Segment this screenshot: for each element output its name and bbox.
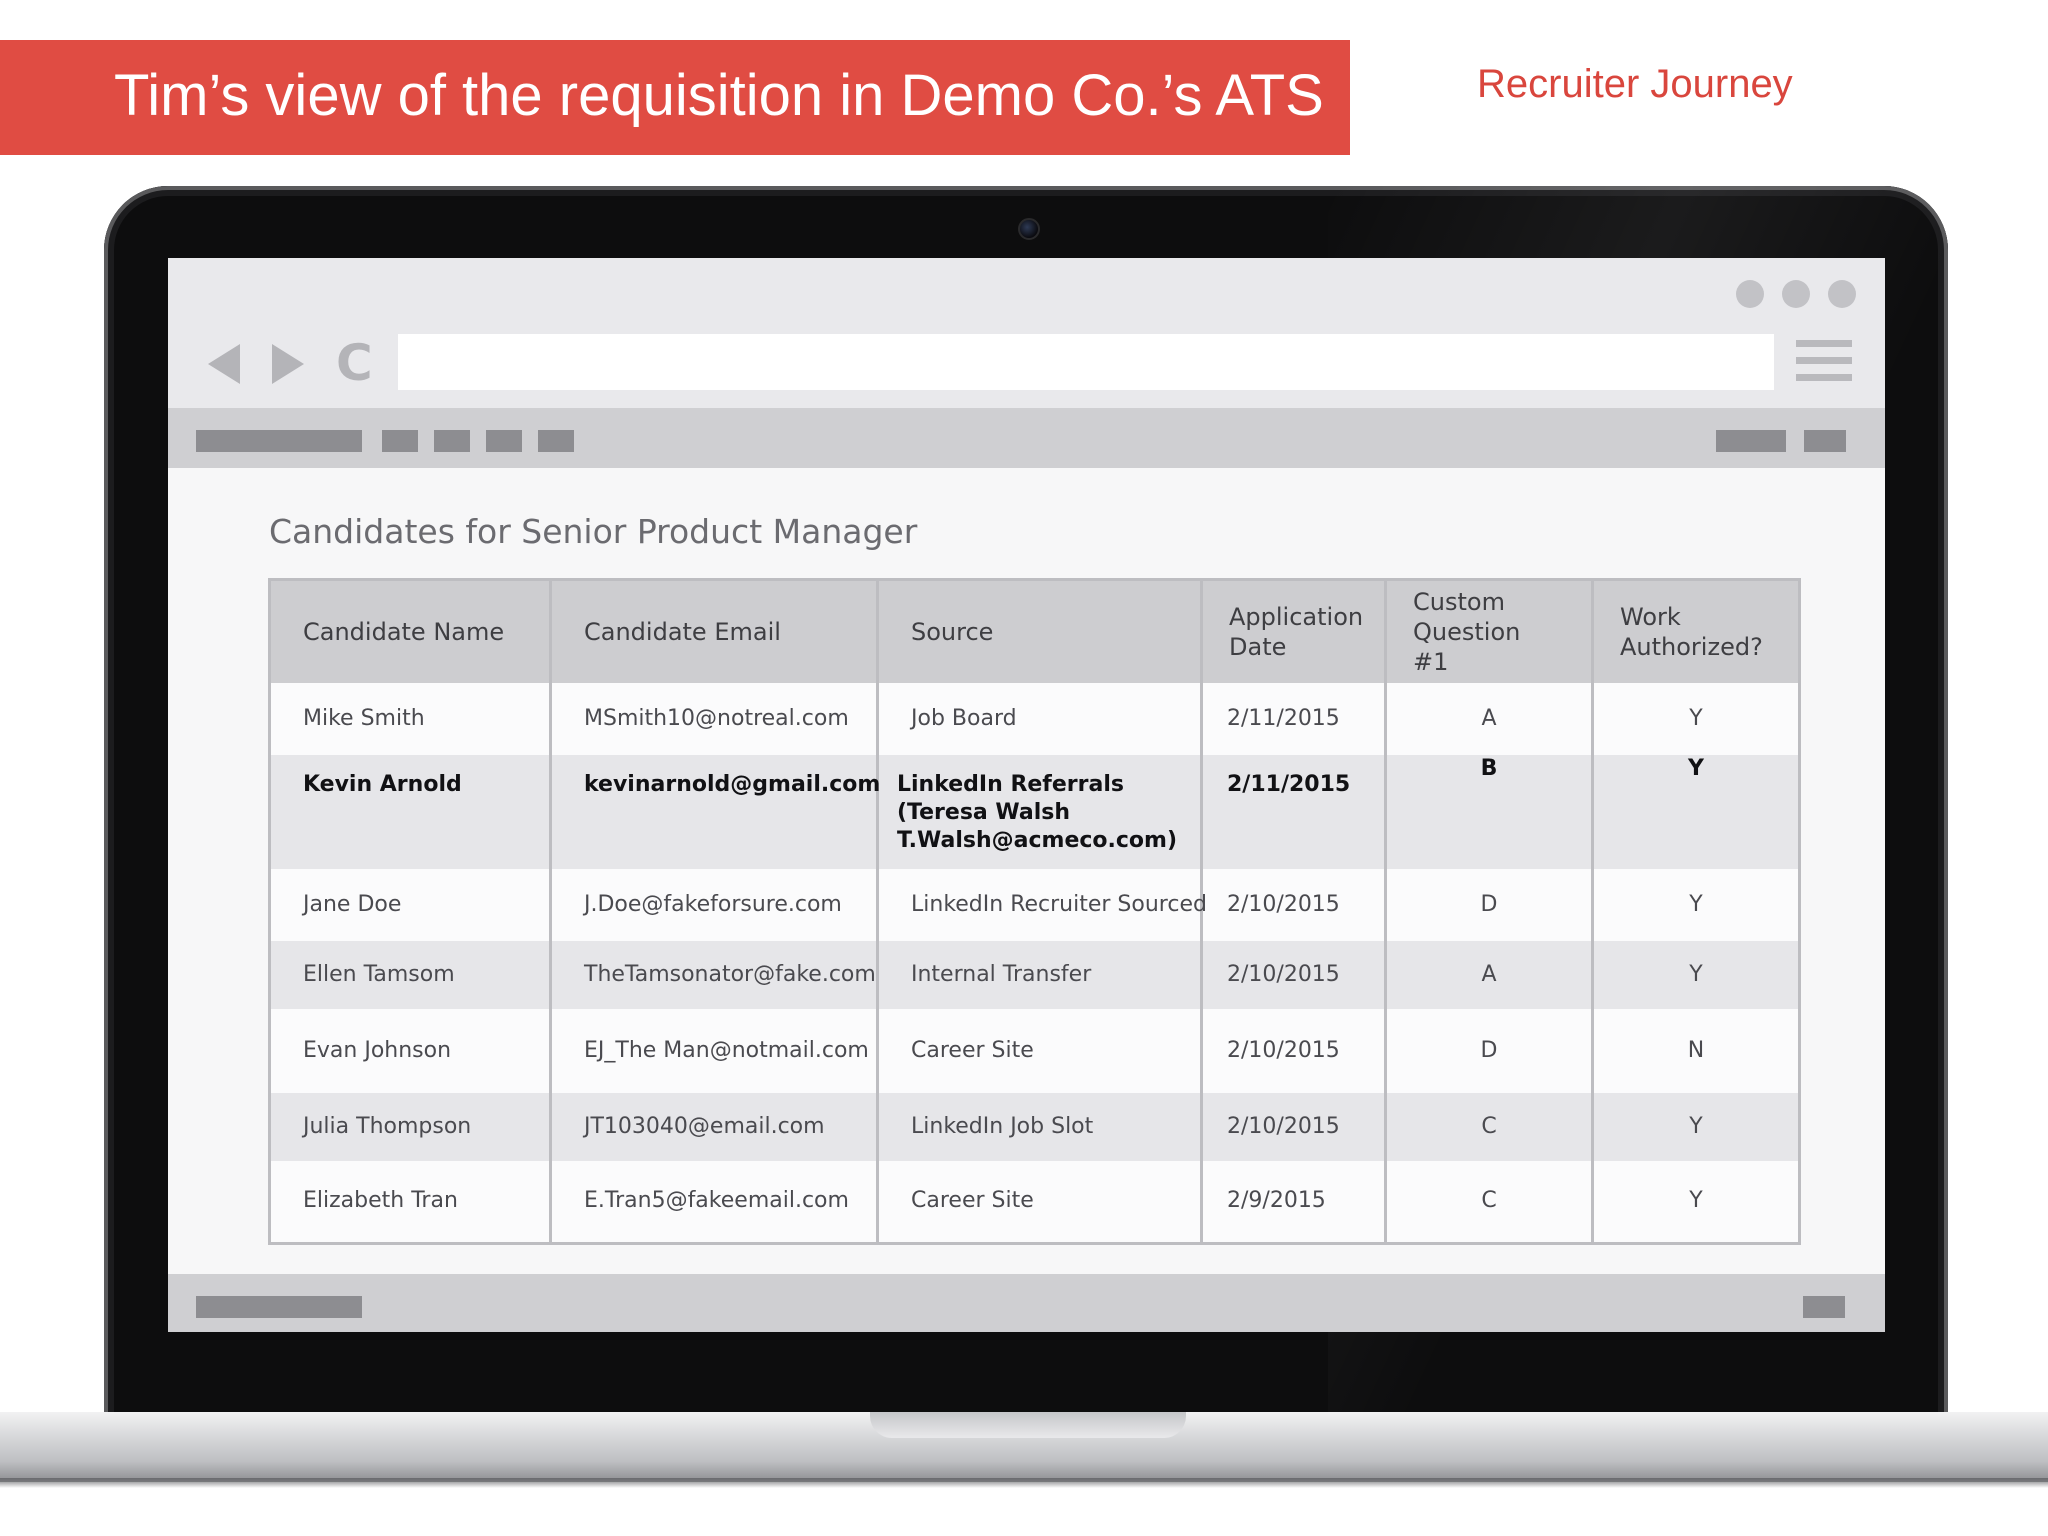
status-placeholder-item — [1803, 1296, 1845, 1318]
table-row[interactable]: Evan Johnson EJ_The Man@notmail.com Care… — [269, 1009, 1800, 1093]
column-header[interactable]: Candidate Name — [269, 579, 552, 683]
slide-title: Tim’s view of the requisition in Demo Co… — [114, 63, 1324, 128]
application-date: 2/10/2015 — [1201, 1093, 1387, 1161]
table-row[interactable]: Jane Doe J.Doe@fakeforsure.com LinkedIn … — [269, 869, 1800, 941]
window-dot-icon[interactable] — [1736, 280, 1764, 308]
toolbar-placeholder-item[interactable] — [382, 430, 418, 452]
candidate-name[interactable]: Kevin Arnold — [269, 755, 552, 869]
application-date: 2/9/2015 — [1201, 1161, 1387, 1243]
column-header[interactable]: Application Date — [1201, 579, 1387, 683]
address-bar[interactable] — [398, 334, 1774, 390]
slide-subtitle: Recruiter Journey — [1477, 62, 1793, 106]
candidate-source: Job Board — [877, 683, 1203, 755]
candidate-name[interactable]: Mike Smith — [269, 683, 552, 755]
custom-question-answer: D — [1385, 869, 1594, 941]
status-placeholder-item — [196, 1296, 362, 1318]
table-row[interactable]: Julia Thompson JT103040@email.com Linked… — [269, 1093, 1800, 1161]
work-authorized: Y — [1689, 1114, 1703, 1139]
candidate-email[interactable]: J.Doe@fakeforsure.com — [550, 869, 879, 941]
toolbar-placeholder-item[interactable] — [196, 430, 362, 452]
work-authorized: Y — [1689, 706, 1703, 731]
custom-question-answer: A — [1385, 941, 1594, 1009]
column-header[interactable]: Source — [877, 579, 1203, 683]
toolbar-placeholder-item[interactable] — [1804, 430, 1846, 452]
candidate-name[interactable]: Julia Thompson — [269, 1093, 552, 1161]
laptop-notch — [870, 1412, 1186, 1438]
work-authorized: Y — [1689, 892, 1703, 917]
candidate-email[interactable]: kevinarnold@gmail.com — [550, 755, 880, 869]
forward-arrow-icon[interactable] — [272, 344, 304, 384]
custom-question-answer: B — [1385, 755, 1594, 869]
candidate-email[interactable]: JT103040@email.com — [550, 1093, 879, 1161]
candidate-email[interactable]: TheTamsonator@fake.com — [550, 941, 879, 1009]
toolbar-placeholder-item[interactable] — [486, 430, 522, 452]
toolbar-placeholder-item[interactable] — [538, 430, 574, 452]
candidate-source: Internal Transfer — [877, 941, 1203, 1009]
work-authorized: Y — [1689, 962, 1703, 987]
hamburger-menu-icon[interactable] — [1796, 340, 1852, 391]
table-row[interactable]: Kevin Arnold kevinarnold@gmail.com Linke… — [269, 755, 1800, 869]
candidate-email[interactable]: MSmith10@notreal.com — [550, 683, 879, 755]
candidate-source: LinkedIn Job Slot — [877, 1093, 1203, 1161]
table-header-row: Candidate Name Candidate Email Source Ap… — [269, 579, 1800, 683]
work-authorized: N — [1687, 1038, 1705, 1063]
candidate-name[interactable]: Elizabeth Tran — [269, 1161, 552, 1243]
custom-question-answer: A — [1385, 683, 1594, 755]
candidate-name[interactable]: Ellen Tamsom — [269, 941, 552, 1009]
window-dot-icon[interactable] — [1828, 280, 1856, 308]
laptop-shadow — [0, 1478, 2048, 1488]
application-date: 2/11/2015 — [1201, 683, 1387, 755]
candidate-source: LinkedIn Referrals (Teresa Walsh T.Walsh… — [877, 755, 1203, 869]
custom-question-answer: C — [1385, 1093, 1594, 1161]
page-content: Candidates for Senior Product Manager Ca… — [168, 468, 1885, 1274]
column-header[interactable]: Work Authorized? — [1592, 579, 1800, 683]
table-row[interactable]: Ellen Tamsom TheTamsonator@fake.com Inte… — [269, 941, 1800, 1009]
custom-question-answer: D — [1385, 1009, 1594, 1093]
work-authorized: Y — [1688, 756, 1704, 781]
work-authorized: Y — [1689, 1188, 1703, 1214]
placeholder-toolbar — [168, 408, 1885, 468]
webcam-icon — [1018, 218, 1040, 240]
table-row[interactable]: Elizabeth Tran E.Tran5@fakeemail.com Car… — [269, 1161, 1800, 1243]
application-date: 2/10/2015 — [1201, 941, 1387, 1009]
window-dot-icon[interactable] — [1782, 280, 1810, 308]
column-header[interactable]: Custom Question #1 — [1385, 579, 1594, 683]
page-title: Candidates for Senior Product Manager — [269, 512, 918, 551]
candidate-name[interactable]: Evan Johnson — [269, 1009, 552, 1093]
reload-icon[interactable]: C — [336, 338, 373, 388]
candidates-table: Candidate Name Candidate Email Source Ap… — [268, 578, 1801, 1245]
candidate-email[interactable]: E.Tran5@fakeemail.com — [550, 1161, 879, 1243]
candidate-source: Career Site — [877, 1009, 1203, 1093]
candidate-name[interactable]: Jane Doe — [269, 869, 552, 941]
column-header[interactable]: Candidate Email — [550, 579, 879, 683]
candidate-email[interactable]: EJ_The Man@notmail.com — [550, 1009, 879, 1093]
slide-title-banner: Tim’s view of the requisition in Demo Co… — [0, 40, 1350, 155]
toolbar-placeholder-item[interactable] — [1716, 430, 1786, 452]
back-arrow-icon[interactable] — [208, 344, 240, 384]
application-date: 2/10/2015 — [1201, 1009, 1387, 1093]
application-date: 2/11/2015 — [1201, 755, 1387, 869]
candidate-source: Career Site — [877, 1161, 1203, 1243]
candidate-source: LinkedIn Recruiter Sourced — [877, 869, 1207, 941]
browser-status-bar — [168, 1274, 1885, 1332]
table-row[interactable]: Mike Smith MSmith10@notreal.com Job Boar… — [269, 683, 1800, 755]
custom-question-answer: C — [1385, 1161, 1594, 1243]
browser-chrome: C — [168, 258, 1885, 408]
browser-window: C Candidates for Senior Product Manager … — [168, 258, 1885, 1332]
application-date: 2/10/2015 — [1201, 869, 1387, 941]
toolbar-placeholder-item[interactable] — [434, 430, 470, 452]
